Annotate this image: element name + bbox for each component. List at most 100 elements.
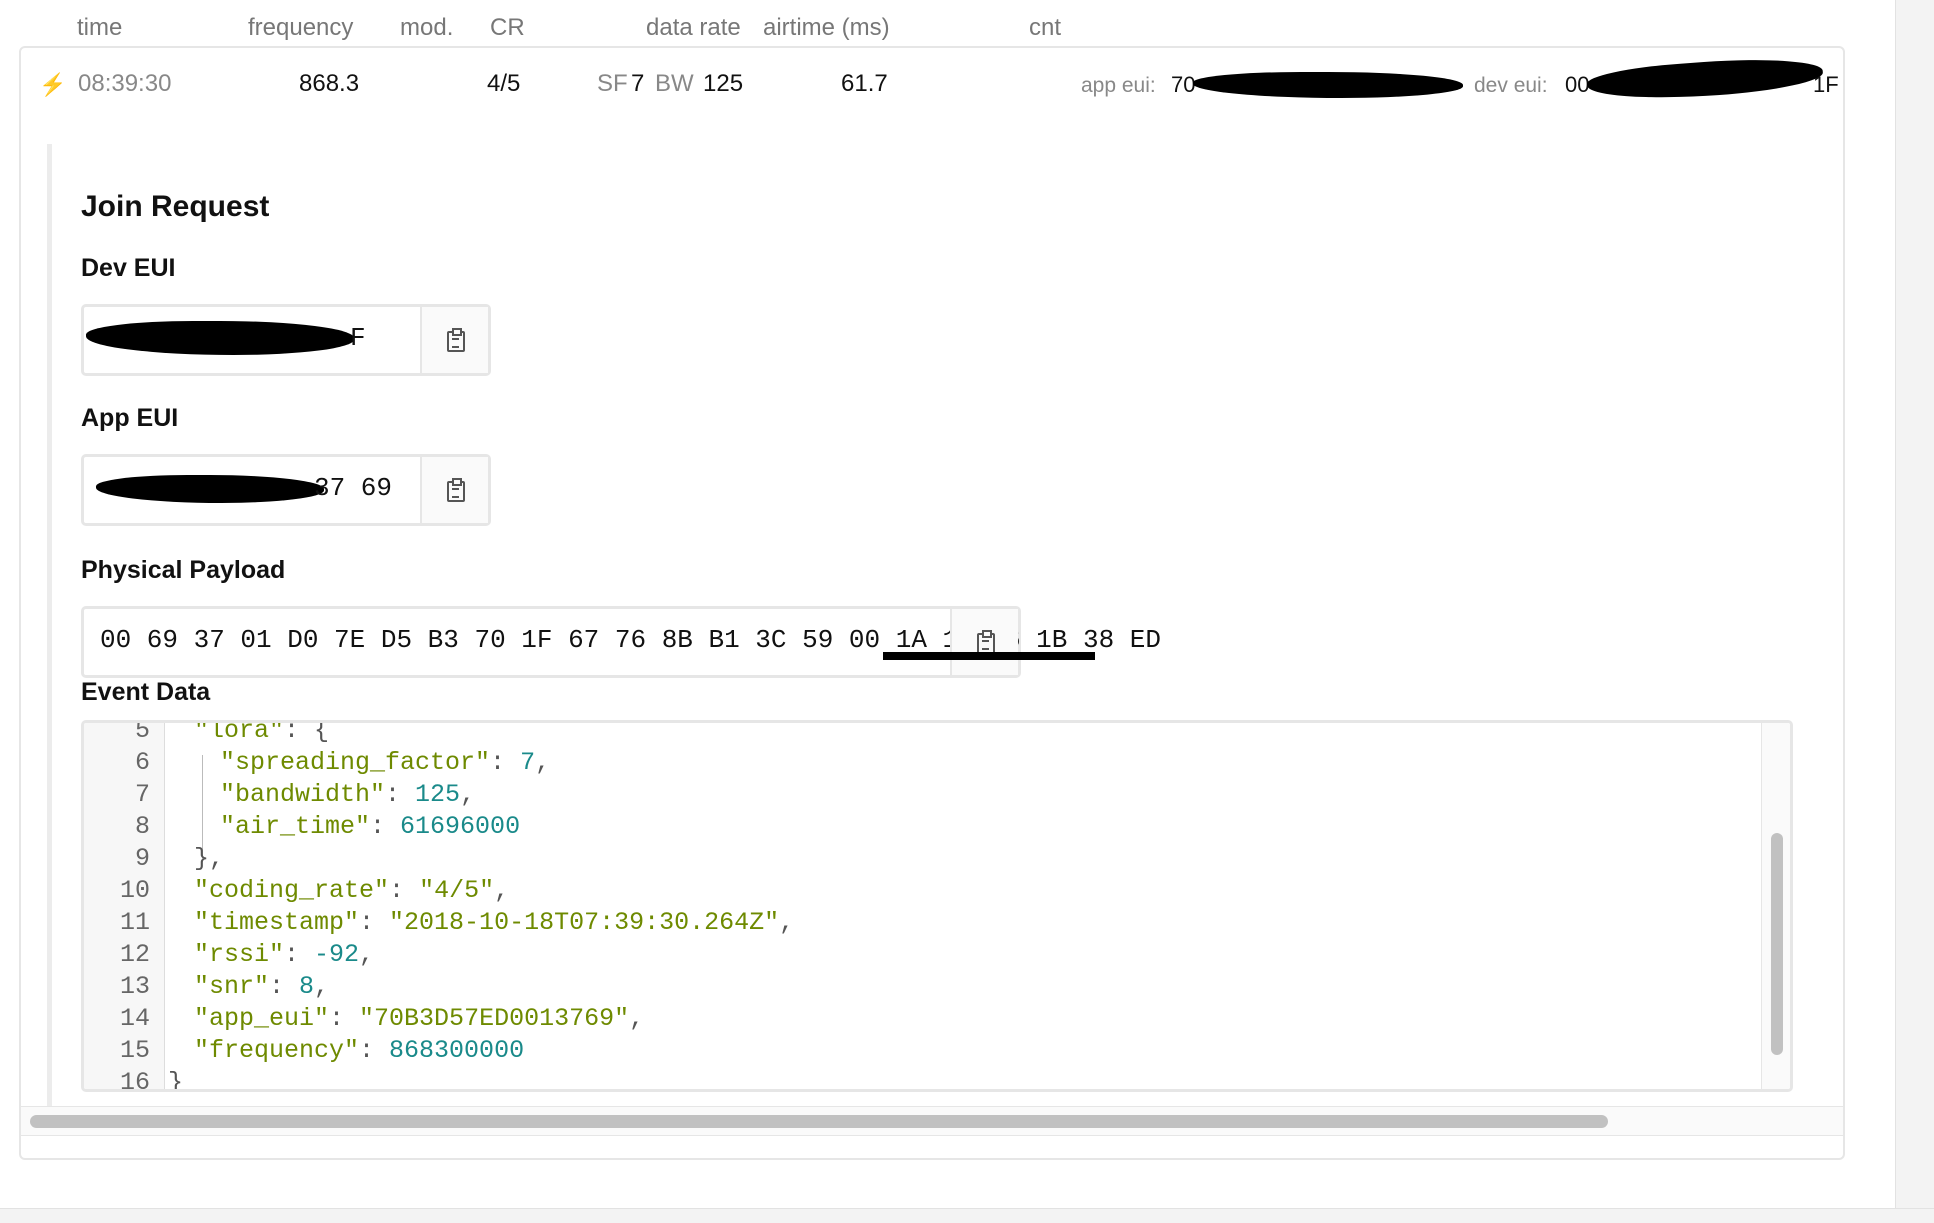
clipboard-icon — [977, 630, 995, 654]
col-data-rate[interactable]: data rate — [646, 14, 741, 42]
json-key: "app_eui" — [194, 1004, 330, 1033]
row-sf-value: 7 — [631, 70, 645, 97]
json-punct: : — [329, 1004, 360, 1033]
code-line: 15 "frequency": 868300000 — [84, 1035, 1790, 1067]
line-number: 8 — [134, 812, 150, 841]
scrollbar-thumb[interactable] — [30, 1115, 1608, 1128]
col-cnt[interactable]: cnt — [1029, 14, 1061, 42]
copy-dev-eui-button[interactable] — [420, 307, 488, 373]
clipboard-icon — [447, 478, 465, 502]
code-text: "snr": 8, — [194, 971, 329, 1003]
app-eui-heading: App EUI — [81, 404, 179, 432]
json-key: "frequency" — [194, 1036, 360, 1065]
json-punct: , — [494, 876, 510, 905]
clipboard-icon — [447, 328, 465, 352]
bottom-band — [0, 1208, 1934, 1223]
json-punct: : — [359, 908, 390, 937]
code-text: "rssi": -92, — [194, 939, 374, 971]
col-airtime[interactable]: airtime (ms) — [763, 14, 890, 42]
code-text: "coding_rate": "4/5", — [194, 875, 509, 907]
json-punct: , — [460, 780, 476, 809]
code-text: "bandwidth": 125, — [220, 779, 475, 811]
scrollbar-thumb[interactable] — [1771, 833, 1783, 1055]
row-dev-eui-value: 00 — [1565, 72, 1590, 97]
code-line: 10 "coding_rate": "4/5", — [84, 875, 1790, 907]
json-punct: } — [168, 1068, 184, 1092]
event-detail: Join Request Dev EUI F App EUI 37 69 Phy… — [47, 144, 1822, 1122]
code-line: 8 "air_time": 61696000 — [84, 811, 1790, 843]
row-app-eui-value: 70 — [1171, 72, 1196, 97]
redaction-mark — [1586, 53, 1824, 105]
json-key: "timestamp" — [194, 908, 360, 937]
json-punct: : — [284, 940, 315, 969]
code-line: 16} — [84, 1067, 1790, 1092]
json-punct: : — [389, 876, 420, 905]
json-string: "70B3D57ED0013769" — [359, 1004, 630, 1033]
line-number: 13 — [119, 972, 150, 1001]
json-number: 8 — [299, 972, 315, 1001]
row-sf-label: SF — [597, 70, 628, 97]
editor-vertical-scrollbar[interactable] — [1761, 723, 1790, 1089]
json-key: "spreading_factor" — [220, 748, 491, 777]
code-text: }, — [194, 843, 224, 875]
json-punct: , — [779, 908, 795, 937]
redaction-mark — [96, 475, 324, 503]
json-punct: : — [490, 748, 521, 777]
redaction-mark — [86, 321, 354, 355]
copy-app-eui-button[interactable] — [420, 457, 488, 523]
json-number: -92 — [314, 940, 360, 969]
json-string: "2018-10-18T07:39:30.264Z" — [389, 908, 780, 937]
dev-eui-heading: Dev EUI — [81, 254, 176, 282]
json-punct: , — [314, 972, 330, 1001]
json-key: "bandwidth" — [220, 780, 386, 809]
code-text: "lora": { — [194, 720, 330, 747]
json-number: 7 — [520, 748, 536, 777]
json-punct: : — [370, 812, 401, 841]
json-key: "snr" — [194, 972, 270, 1001]
row-dev-eui-tail: 1F — [1813, 72, 1839, 97]
json-punct: : { — [284, 720, 330, 745]
row-bw-value: 125 — [703, 70, 744, 97]
traffic-panel: ⚡ 08:39:30 868.3 4/5 SF 7 BW 125 61.7 ap… — [19, 46, 1845, 1160]
code-line: 11 "timestamp": "2018-10-18T07:39:30.264Z… — [84, 907, 1790, 939]
col-mod[interactable]: mod. — [400, 14, 453, 42]
code-line: 6 "spreading_factor": 7, — [84, 747, 1790, 779]
json-punct: : — [269, 972, 300, 1001]
col-cr[interactable]: CR — [490, 14, 525, 42]
code-line: 14 "app_eui": "70B3D57ED0013769", — [84, 1003, 1790, 1035]
line-number: 14 — [119, 1004, 150, 1033]
bolt-icon: ⚡ — [39, 72, 67, 97]
redaction-mark — [1193, 72, 1463, 98]
event-data-heading: Event Data — [81, 678, 211, 706]
right-gutter — [1895, 0, 1934, 1210]
json-punct: : — [359, 1036, 390, 1065]
code-text: "spreading_factor": 7, — [220, 747, 550, 779]
code-line: 5 "lora": { — [84, 720, 1790, 747]
dev-eui-value: F — [350, 323, 366, 353]
app-eui-field[interactable]: 37 69 — [81, 454, 491, 526]
json-key: "coding_rate" — [194, 876, 390, 905]
json-punct: , — [359, 940, 375, 969]
line-number: 6 — [134, 748, 150, 777]
col-time[interactable]: time — [77, 14, 122, 42]
json-string: "4/5" — [419, 876, 495, 905]
payload-field[interactable]: 00 69 37 01 D0 7E D5 B3 70 1F 67 76 8B B… — [81, 606, 1161, 678]
line-number: 15 — [119, 1036, 150, 1065]
line-number: 9 — [134, 844, 150, 873]
row-bw-label: BW — [655, 70, 694, 97]
line-number: 11 — [119, 908, 150, 937]
event-row[interactable]: ⚡ 08:39:30 868.3 4/5 SF 7 BW 125 61.7 ap… — [21, 48, 1843, 128]
event-data-editor[interactable]: 5 "lora": {6 "spreading_factor": 7, 7 "bandw… — [81, 720, 1793, 1092]
col-frequency[interactable]: frequency — [248, 14, 353, 42]
line-number: 16 — [119, 1068, 150, 1092]
horizontal-scrollbar[interactable] — [21, 1106, 1843, 1136]
code-lines: 5 "lora": {6 "spreading_factor": 7, 7 "bandw… — [84, 720, 1790, 1092]
json-key: "rssi" — [194, 940, 285, 969]
copy-payload-button[interactable] — [950, 609, 1018, 675]
row-frequency: 868.3 — [299, 70, 360, 97]
line-number: 12 — [119, 940, 150, 969]
code-line: 13 "snr": 8, — [84, 971, 1790, 1003]
dev-eui-field[interactable]: F — [81, 304, 491, 376]
json-punct: , — [629, 1004, 645, 1033]
code-text: "air_time": 61696000 — [220, 811, 520, 843]
